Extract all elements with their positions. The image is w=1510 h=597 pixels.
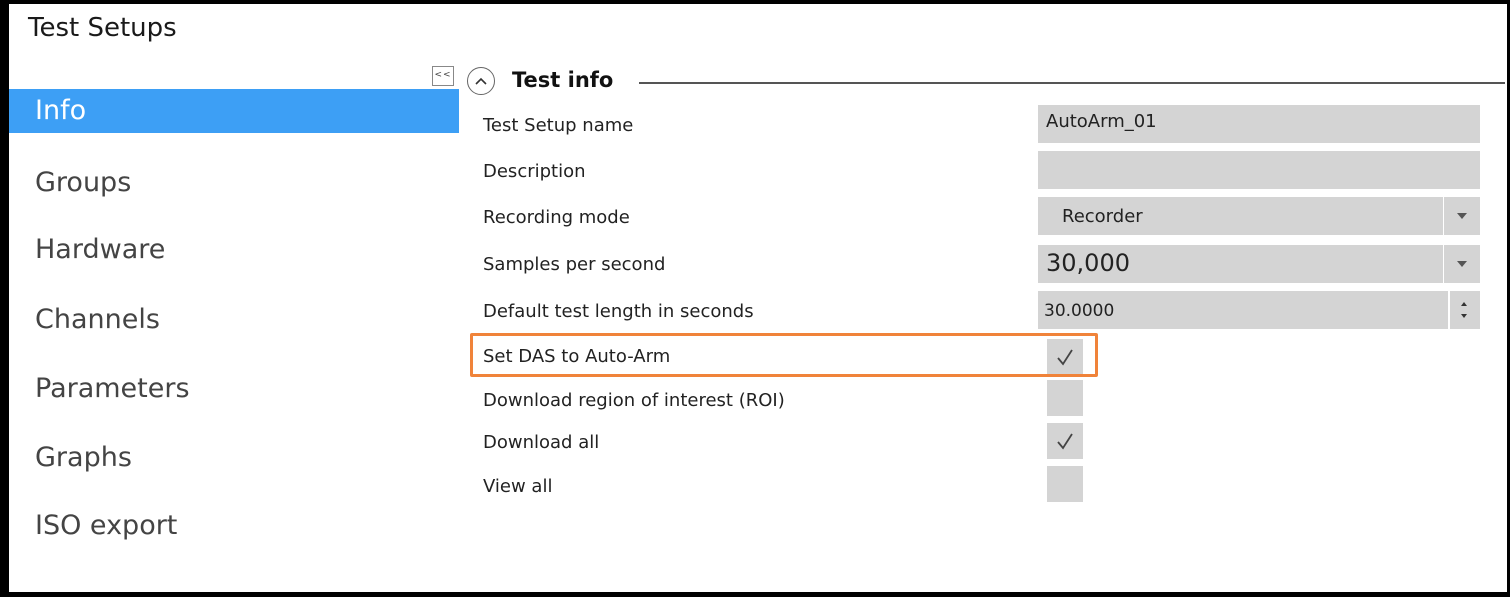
chevron-up-icon (475, 77, 487, 85)
samples-per-second-label: Samples per second (483, 254, 666, 275)
sidebar-item-label: Parameters (35, 373, 190, 404)
sidebar-item-graphs[interactable]: Graphs (9, 436, 459, 480)
spinner-buttons[interactable] (1448, 291, 1480, 329)
download-all-checkbox[interactable] (1047, 423, 1083, 459)
sidebar-item-iso-export[interactable]: ISO export (9, 504, 459, 548)
test-setup-name-label: Test Setup name (483, 115, 634, 136)
sidebar-item-label: Hardware (35, 234, 166, 265)
view-all-checkbox[interactable] (1047, 466, 1083, 502)
sidebar-item-channels[interactable]: Channels (9, 298, 459, 342)
app-title: Test Setups (28, 13, 177, 43)
description-label: Description (483, 161, 586, 182)
view-all-label: View all (483, 476, 553, 497)
collapse-sidebar-button[interactable]: << (432, 66, 454, 86)
recording-mode-value: Recorder (1062, 206, 1143, 227)
recording-mode-label: Recording mode (483, 207, 630, 228)
section-divider (639, 82, 1505, 84)
highlight-box (470, 333, 1098, 377)
download-roi-checkbox[interactable] (1047, 380, 1083, 416)
samples-per-second-value: 30,000 (1046, 249, 1130, 277)
test-setup-name-value: AutoArm_01 (1046, 111, 1157, 132)
description-input[interactable] (1038, 151, 1480, 189)
default-test-length-value: 30.0000 (1044, 301, 1115, 321)
spin-down-icon (1461, 314, 1467, 318)
default-test-length-label: Default test length in seconds (483, 301, 754, 322)
spin-up-icon (1461, 302, 1467, 306)
test-setup-name-input[interactable]: AutoArm_01 (1038, 105, 1480, 143)
section-collapse-button[interactable] (467, 67, 495, 95)
download-all-label: Download all (483, 432, 600, 453)
chevron-down-icon[interactable] (1443, 245, 1480, 283)
sidebar-item-label: Channels (35, 304, 160, 335)
sidebar-item-groups[interactable]: Groups (9, 161, 459, 205)
sidebar-item-info[interactable]: Info (9, 89, 459, 133)
checkmark-icon (1057, 433, 1073, 450)
sidebar-item-label: ISO export (35, 510, 178, 541)
sidebar-item-hardware[interactable]: Hardware (9, 228, 459, 272)
default-test-length-spinner[interactable]: 30.0000 (1038, 291, 1480, 329)
section-title: Test info (512, 68, 614, 92)
sidebar-item-label: Groups (35, 167, 132, 198)
samples-per-second-select[interactable]: 30,000 (1038, 245, 1480, 283)
sidebar-item-label: Info (35, 95, 87, 126)
sidebar-item-parameters[interactable]: Parameters (9, 367, 459, 411)
chevron-down-icon[interactable] (1443, 197, 1480, 235)
sidebar-item-label: Graphs (35, 442, 132, 473)
download-roi-label: Download region of interest (ROI) (483, 390, 785, 411)
recording-mode-select[interactable]: Recorder (1038, 197, 1480, 235)
